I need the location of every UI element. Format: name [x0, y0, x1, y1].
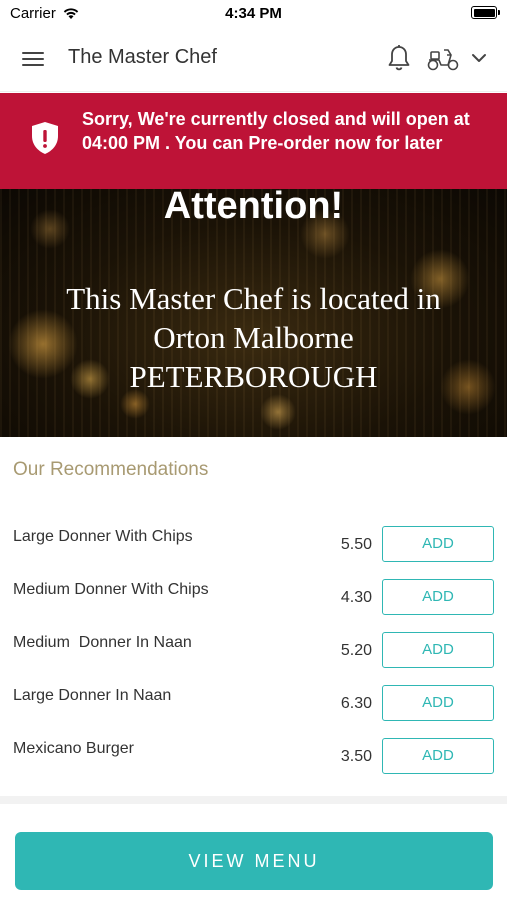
location-banner: Attention! This Master Chef is located i… [0, 189, 507, 437]
status-bar: Carrier 4:34 PM [0, 0, 507, 28]
divider [0, 796, 507, 804]
item-price: 5.20 [340, 642, 372, 659]
chevron-down-icon[interactable] [470, 50, 488, 66]
item-name: Medium Donner With Chips [13, 581, 209, 598]
app-header: The Master Chef [0, 28, 507, 92]
item-price: 6.30 [340, 695, 372, 712]
add-button[interactable]: ADD [382, 579, 494, 615]
alert-message: Sorry, We're currently closed and will o… [82, 109, 470, 153]
list-item: Medium Donner With Chips 4.30 ADD [0, 579, 507, 632]
battery-icon [471, 6, 500, 19]
item-name: Large Donner With Chips [13, 528, 193, 545]
list-item: Large Donner With Chips 5.50 ADD [0, 526, 507, 579]
section-title: Our Recommendations [13, 459, 209, 480]
add-button[interactable]: ADD [382, 738, 494, 774]
clock: 4:34 PM [225, 5, 282, 22]
list-item: Mexicano Burger 3.50 ADD [0, 738, 507, 791]
list-item: Medium Donner In Naan 5.20 ADD [0, 632, 507, 685]
item-name: Large Donner In Naan [13, 687, 172, 704]
item-price: 3.50 [340, 748, 372, 765]
menu-icon[interactable] [22, 50, 46, 68]
add-button[interactable]: ADD [382, 685, 494, 721]
bell-icon[interactable] [386, 44, 412, 72]
add-button[interactable]: ADD [382, 526, 494, 562]
banner-line: Orton Malborne [153, 320, 354, 355]
view-menu-button[interactable]: VIEW MENU [15, 832, 493, 890]
bokeh-light [260, 394, 296, 430]
list-item: Large Donner In Naan 6.30 ADD [0, 685, 507, 738]
banner-heading: Attention! [163, 189, 344, 227]
item-name: Medium Donner In Naan [13, 634, 192, 651]
item-name: Mexicano Burger [13, 740, 134, 757]
shield-alert-icon [32, 122, 58, 154]
moped-icon[interactable] [426, 46, 460, 72]
item-price: 5.50 [340, 536, 372, 553]
page-title: The Master Chef [68, 46, 217, 68]
banner-line: This Master Chef is located in [66, 281, 441, 316]
item-price: 4.30 [340, 589, 372, 606]
banner-line: PETERBOROUGH [129, 359, 378, 394]
closed-alert-banner: Sorry, We're currently closed and will o… [0, 93, 507, 189]
add-button[interactable]: ADD [382, 632, 494, 668]
